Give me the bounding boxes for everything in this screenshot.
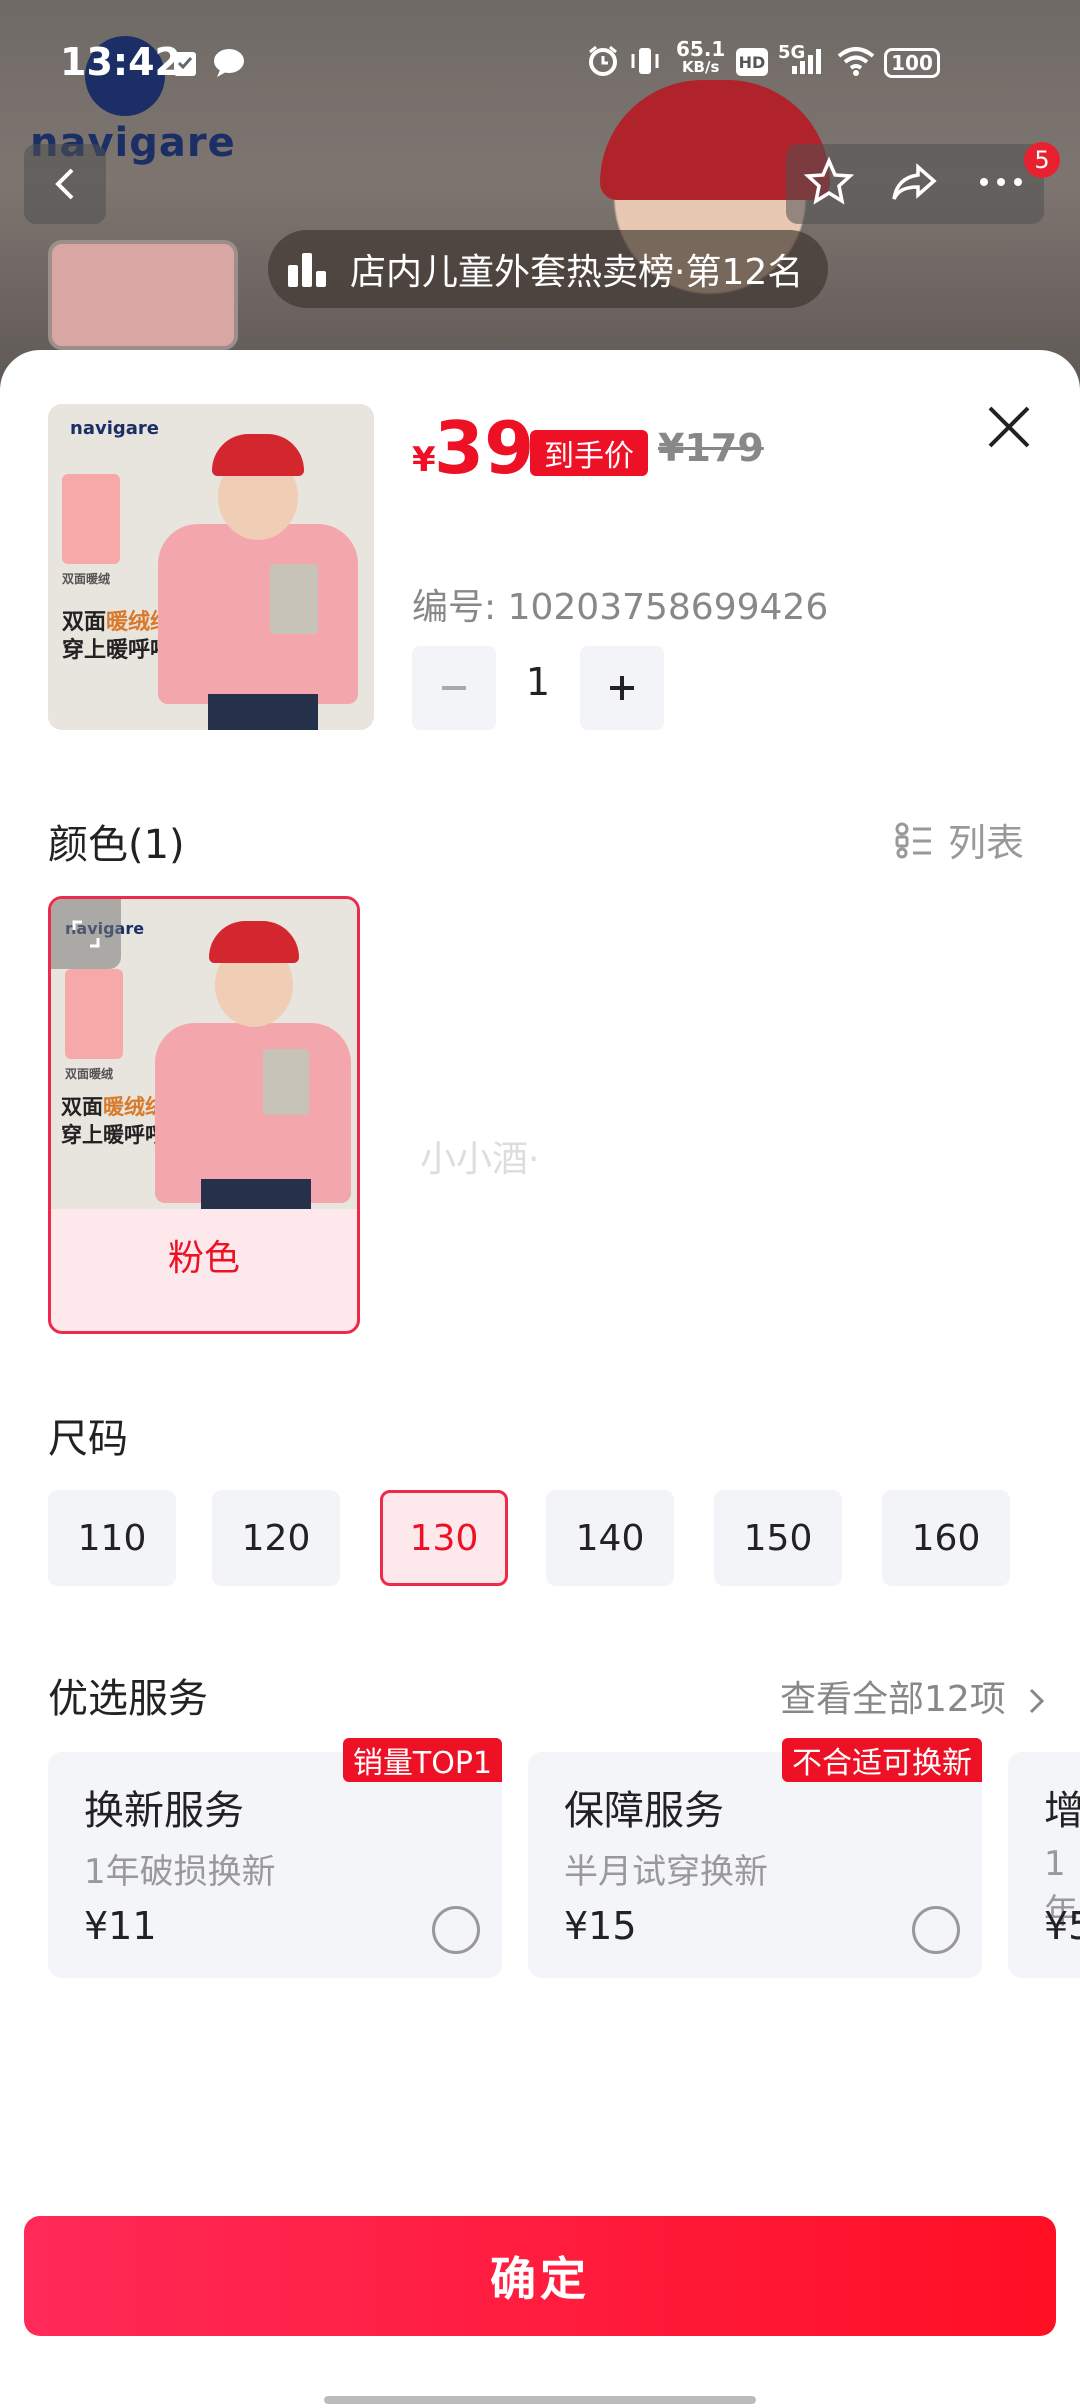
coat-pocket — [270, 564, 318, 634]
quantity-decrease-button[interactable] — [412, 646, 496, 730]
watermark: 小小酒· — [420, 1139, 540, 1180]
chat-notification-icon — [212, 46, 246, 80]
color-image-swatch-label: 双面暖绒 — [65, 1067, 114, 1081]
service-card-guarantee[interactable]: 不合适可换新 保障服务 半月试穿换新 ¥15 — [528, 1738, 982, 1978]
pants-shape — [208, 694, 318, 730]
color-pants-shape — [201, 1179, 311, 1209]
service-price: ¥5 — [1044, 1904, 1080, 1948]
hd-badge: HD — [736, 48, 768, 76]
size-option-110[interactable]: 110 — [48, 1490, 176, 1586]
view-all-services-link[interactable]: 查看全部12项 — [780, 1670, 1049, 1722]
color-image-line1: 双面暖绒绒 — [61, 1095, 166, 1119]
favorite-star-icon[interactable] — [802, 155, 856, 213]
product-image-line2: 穿上暖呼呼 — [62, 638, 173, 663]
coat-shape — [158, 524, 358, 704]
ranking-text: 店内儿童外套热卖榜·第12名 — [350, 252, 804, 293]
price-currency: ¥ — [412, 440, 436, 480]
chevron-right-icon — [1030, 1688, 1045, 1714]
size-option-140[interactable]: 140 — [546, 1490, 674, 1586]
signal-icon — [790, 44, 822, 78]
service-title: 换新服务 — [84, 1788, 244, 1834]
product-image-brand: navigare — [70, 418, 159, 439]
service-price: ¥11 — [84, 1904, 157, 1948]
expand-icon — [72, 920, 100, 948]
message-notification-icon — [170, 46, 200, 80]
sku-number: 编号: 10203758699426 — [412, 587, 829, 628]
color-option-pink[interactable]: navigare 双面暖绒 双面暖绒绒 穿上暖呼呼 粉色 — [48, 896, 360, 1334]
service-tag: 销量TOP1 — [342, 1738, 502, 1782]
service-radio[interactable] — [912, 1906, 960, 1954]
color-fabric-swatch — [65, 969, 123, 1059]
service-card-replacement[interactable]: 销量TOP1 换新服务 1年破损换新 ¥11 — [48, 1738, 502, 1978]
background-thumbnail — [48, 240, 238, 350]
child-hat — [212, 434, 304, 476]
color-coat-pocket — [263, 1049, 309, 1115]
minus-icon — [442, 686, 466, 690]
bar-ranking-icon — [288, 253, 326, 287]
alarm-icon — [586, 44, 620, 78]
close-icon — [988, 406, 1030, 448]
confirm-button[interactable]: 确定 — [24, 2216, 1056, 2336]
color-section-title: 颜色(1) — [48, 822, 185, 868]
service-price: ¥15 — [564, 1904, 637, 1948]
ranking-banner[interactable]: 店内儿童外套热卖榜·第12名 — [268, 230, 828, 308]
back-arrow-icon — [55, 168, 74, 200]
more-options-icon[interactable] — [974, 155, 1028, 213]
more-badge: 5 — [1024, 142, 1060, 178]
home-indicator[interactable] — [324, 2396, 756, 2404]
size-option-130[interactable]: 130 — [380, 1490, 508, 1586]
vibrate-icon — [628, 44, 662, 78]
service-tag: 不合适可换新 — [782, 1738, 982, 1782]
quantity-value[interactable]: 1 — [510, 660, 566, 704]
battery-indicator: 100 — [884, 48, 940, 78]
color-option-label: 粉色 — [167, 1238, 240, 1279]
wifi-icon — [836, 44, 876, 78]
nav-actions — [786, 144, 1044, 224]
price-value: 39 — [434, 406, 535, 490]
fabric-swatch — [62, 474, 120, 564]
service-card-partial[interactable]: 增 1年 ¥5 — [1008, 1752, 1080, 1978]
service-radio[interactable] — [432, 1906, 480, 1954]
back-button[interactable] — [24, 144, 106, 224]
quantity-increase-button[interactable] — [580, 646, 664, 730]
service-title: 保障服务 — [564, 1788, 724, 1834]
service-subtitle: 半月试穿换新 — [564, 1852, 768, 1892]
final-price-tag: 到手价 — [530, 430, 648, 476]
plus-icon — [610, 676, 634, 700]
original-price: ¥179 — [658, 426, 764, 470]
list-view-toggle[interactable]: 列表 — [894, 812, 1024, 867]
size-option-150[interactable]: 150 — [714, 1490, 842, 1586]
view-all-label: 查看全部12项 — [780, 1679, 1006, 1720]
size-option-160[interactable]: 160 — [882, 1490, 1010, 1586]
close-button[interactable] — [980, 398, 1038, 456]
product-image-swatch-label: 双面暖绒 — [62, 572, 111, 586]
color-coat-shape — [155, 1023, 351, 1203]
share-icon[interactable] — [888, 155, 942, 213]
list-view-label: 列表 — [948, 821, 1025, 865]
status-time: 13:42 — [60, 40, 181, 84]
status-bar: 13:42 65.1 KB/s HD 5G 100 — [0, 0, 1080, 126]
service-title: 增 — [1044, 1788, 1080, 1834]
expand-image-button[interactable] — [51, 899, 121, 969]
color-child-hat — [209, 921, 299, 963]
service-section-title: 优选服务 — [48, 1676, 208, 1722]
service-subtitle: 1年破损换新 — [84, 1852, 276, 1892]
size-option-120[interactable]: 120 — [212, 1490, 340, 1586]
list-icon — [895, 822, 931, 858]
network-speed-unit: KB/s — [681, 58, 720, 76]
network-speed: 65.1 — [676, 37, 726, 61]
size-section-title: 尺码 — [48, 1416, 128, 1462]
color-image-line2: 穿上暖呼呼 — [61, 1123, 166, 1147]
product-image[interactable]: navigare 双面暖绒 双面暖绒绒 穿上暖呼呼 — [48, 404, 374, 730]
